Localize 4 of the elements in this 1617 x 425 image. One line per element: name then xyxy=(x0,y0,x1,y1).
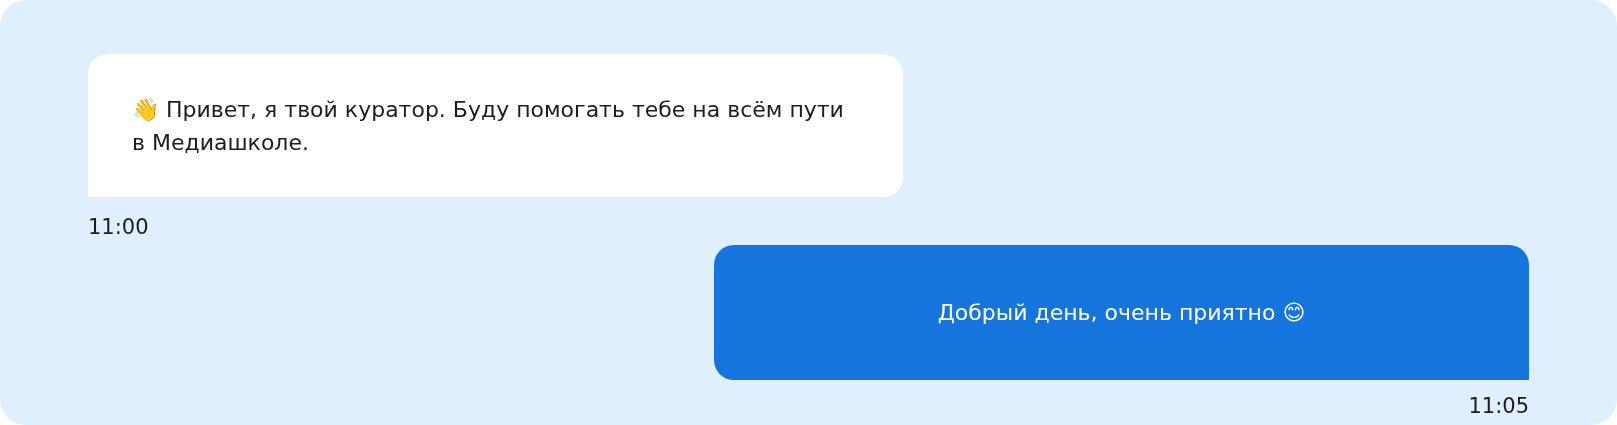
message-time: 11:00 xyxy=(88,215,149,239)
message-time: 11:05 xyxy=(1468,394,1529,418)
message-text: Добрый день, очень приятно 😊 xyxy=(937,299,1306,327)
message-text: 👋 Привет, я твой куратор. Буду помогать тебе на всём пути в Медиашколе. xyxy=(132,95,845,157)
